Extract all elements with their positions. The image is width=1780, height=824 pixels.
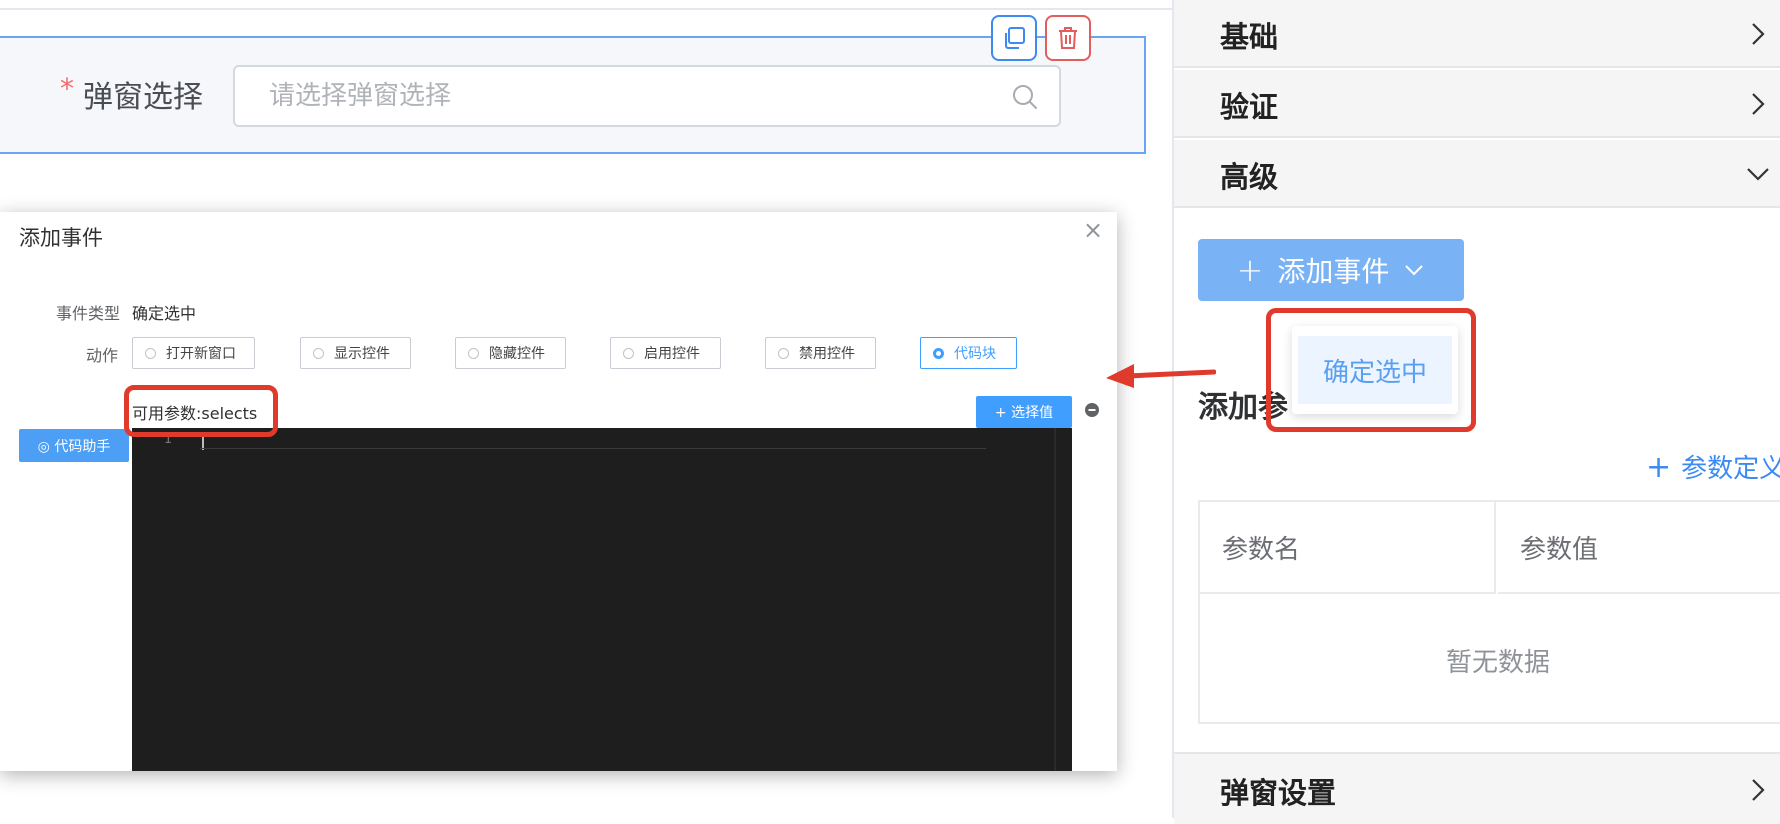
radio-dot-selected [933,347,944,359]
chevron-right-icon [1752,23,1765,45]
section-popup-settings-label: 弹窗设置 [1220,776,1337,810]
param-table: 参数名 参数值 暂无数据 [1198,500,1780,724]
required-mark: * [60,72,74,105]
action-radio-code-block[interactable]: 代码块 [920,337,1017,369]
chevron-down-icon [1747,168,1769,181]
select-value-button[interactable]: + 选择值 [976,396,1072,428]
column-header-param-value: 参数值 [1498,502,1780,594]
column-header-param-name: 参数名 [1200,502,1496,594]
event-type-label: 事件类型 [56,304,121,323]
copy-icon [1005,27,1025,49]
section-basic-label: 基础 [1220,20,1279,54]
dialog-title: 添加事件 [19,226,103,250]
config-panel: 基础 验证 高级 + 添加事件 添加参 确定选中 + 参数定义 参数名 参数值 暂… [1172,0,1780,824]
action-radio-enable-control[interactable]: 启用控件 [610,337,721,369]
radio-dot [468,347,479,359]
field-label: 弹窗选择 [83,80,203,115]
top-divider [0,8,1172,10]
section-advanced-label: 高级 [1220,160,1279,194]
section-advanced[interactable]: 高级 [1174,140,1780,208]
radio-label: 打开新窗口 [166,346,236,362]
highlight-box-params [124,385,278,437]
close-icon[interactable]: × [1083,216,1103,244]
radio-dot [145,347,156,359]
chevron-down-icon [1405,265,1424,276]
action-label: 动作 [86,346,119,365]
empty-text: 暂无数据 [1445,647,1550,678]
chevron-right-icon [1752,779,1765,801]
section-validation-label: 验证 [1220,90,1279,124]
radio-label: 禁用控件 [799,346,855,362]
radio-label: 启用控件 [644,346,700,362]
radio-label: 代码块 [954,346,996,362]
add-event-button[interactable]: + 添加事件 [1198,239,1464,301]
radio-label: 显示控件 [334,346,390,362]
annotation-arrow-icon [1106,364,1216,388]
action-radio-disable-control[interactable]: 禁用控件 [765,337,876,369]
section-basic[interactable]: 基础 [1174,0,1780,68]
trash-icon [1059,27,1077,49]
add-event-dialog: 添加事件 × 事件类型 确定选中 动作 打开新窗口 显示控件 隐藏控件 启用控件… [0,212,1117,771]
radio-label: 隐藏控件 [489,346,545,362]
action-radio-hide-control[interactable]: 隐藏控件 [455,337,566,369]
param-define-label: 参数定义 [1681,454,1780,484]
code-helper-button[interactable]: ◎ 代码助手 [19,429,129,462]
editor-scrollbar[interactable] [1054,428,1056,771]
minus-circle-icon[interactable] [1084,402,1100,418]
radio-dot [778,347,789,359]
code-editor[interactable]: 1 [132,428,1072,771]
action-radio-open-window[interactable]: 打开新窗口 [132,337,255,369]
section-validation[interactable]: 验证 [1174,70,1780,138]
current-line-indicator [200,448,986,449]
plus-icon: + [1646,450,1672,485]
param-define-link[interactable]: + 参数定义 [1646,448,1780,485]
search-icon[interactable] [1011,83,1039,111]
popup-select-input[interactable] [233,65,1061,127]
highlight-box-dropdown [1266,308,1476,432]
chevron-right-icon [1752,93,1765,115]
event-type-value: 确定选中 [132,304,197,323]
delete-button[interactable] [1045,15,1091,61]
copy-button[interactable] [991,15,1037,61]
radio-dot [313,347,324,359]
action-radio-show-control[interactable]: 显示控件 [300,337,411,369]
plus-icon: + [1236,251,1264,289]
section-popup-settings[interactable]: 弹窗设置 [1174,752,1780,824]
radio-dot [623,347,634,359]
popup-select-text[interactable] [235,67,1059,125]
add-event-label: 添加事件 [1277,255,1390,288]
